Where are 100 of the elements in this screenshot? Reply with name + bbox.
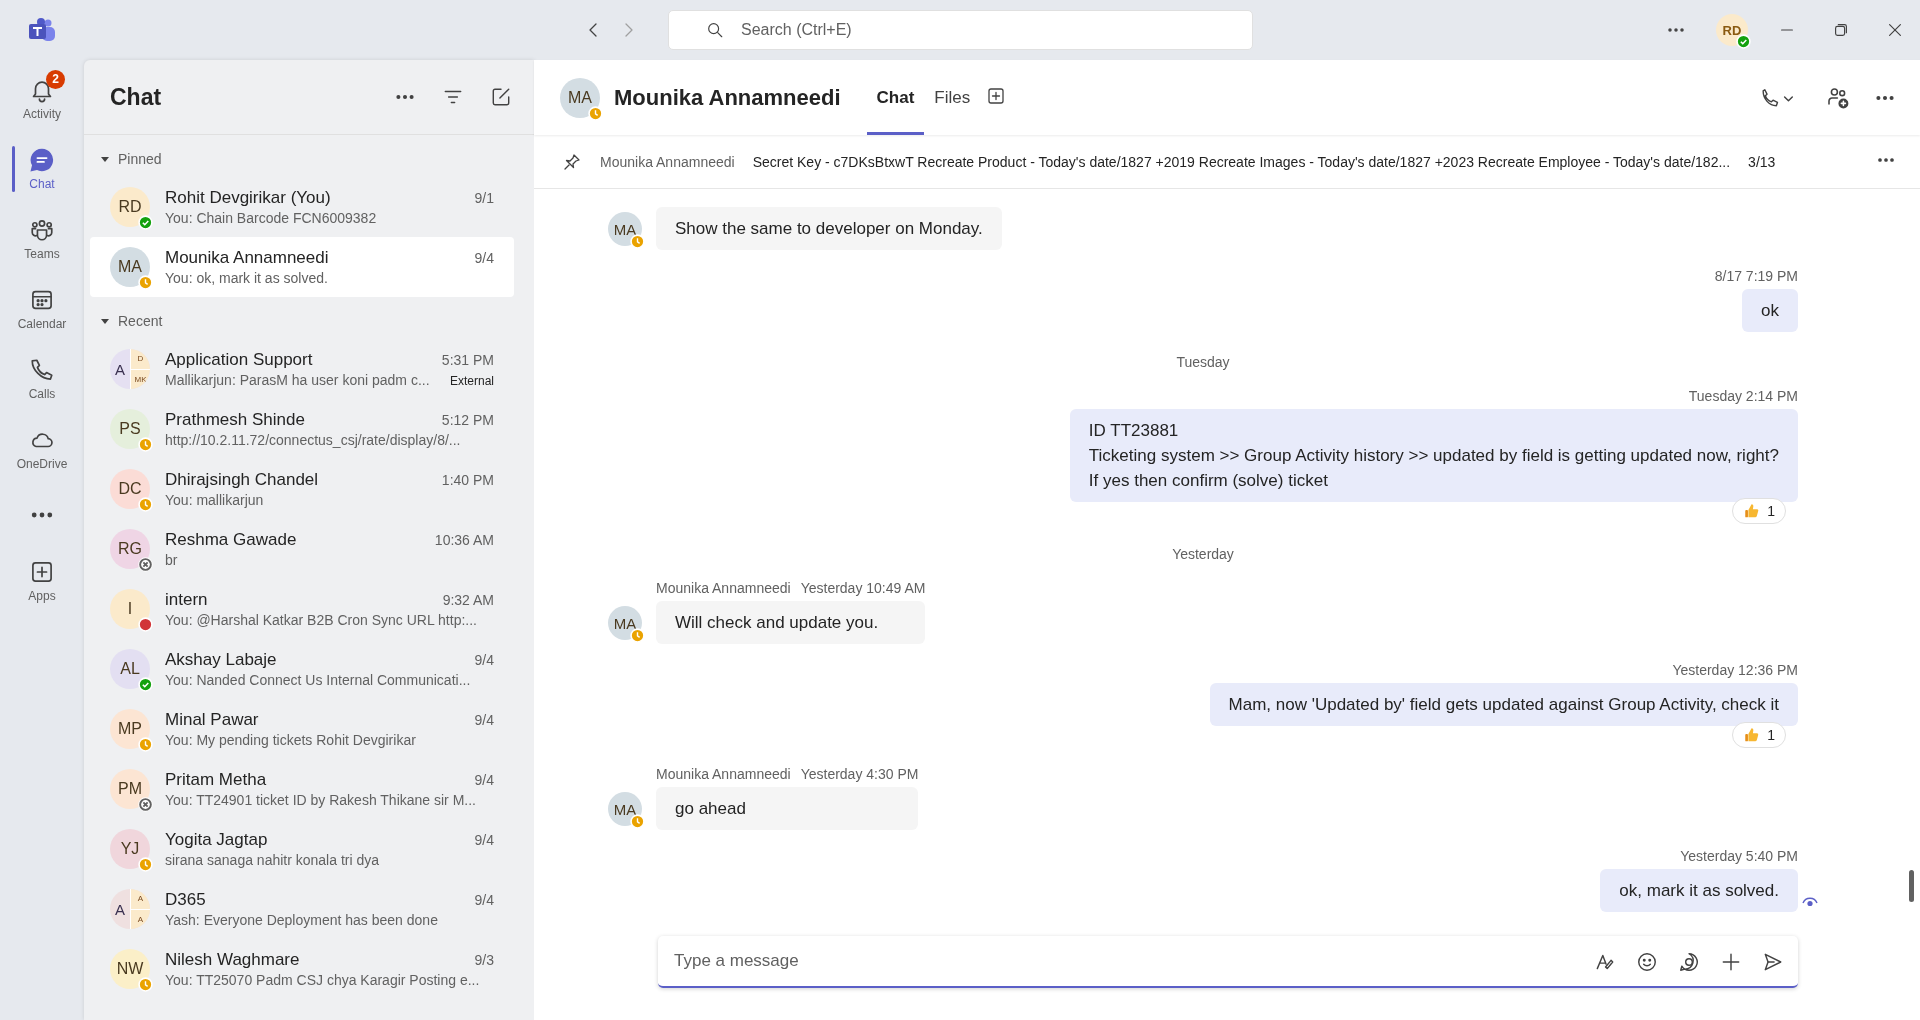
chat-bubble-icon[interactable] [29,147,55,173]
chat-list-item[interactable]: NW Nilesh Waghmare 9/3 You: TT25070 Padm CSJ chya Karagir Posting e... [90,939,514,999]
timestamp: 9/4 [474,832,494,848]
phone-icon[interactable] [29,357,55,383]
restore-icon[interactable] [1832,21,1850,39]
timestamp: Tuesday 2:14 PM [1688,388,1798,404]
reaction-chip[interactable]: 1 [1732,722,1786,748]
sender-name: Mounika Annamneedi [656,766,791,782]
chat-list-item[interactable]: DC Dhirajsingh Chandel 1:40 PM You: mallikarjun [90,459,514,519]
user-avatar[interactable]: RD [1716,14,1748,46]
date-divider: Yesterday [1172,546,1234,562]
group-avatar: A A A [110,889,150,929]
message-bubble: ID TT23881 Ticketing system >> Group Activity history >> updated by field is getting updated now, right? If yes then confirm (solve) ticket [1069,409,1798,502]
message-field[interactable]: Type a message [658,936,1798,988]
message-preview: Yash: Everyone Deployment has been done [165,912,438,928]
timestamp: 10:36 AM [434,532,494,548]
tab[interactable]: Files [924,60,981,135]
pinned-count: 3/13 [1748,153,1776,170]
avatar: MA [608,606,642,640]
chat-list-item[interactable]: YJ Yogita Jagtap 9/4 sirana sanaga nahitr konala tri dya [90,819,514,879]
contact-name: Nilesh Waghmare [165,950,300,970]
tab[interactable]: Chat [866,60,925,135]
chat-list-item[interactable]: PM Pritam Metha 9/4 You: TT24901 ticket ID by Rakesh Thikane sir M... [90,759,514,819]
timestamp: Yesterday 4:30 PM [800,766,919,782]
message-preview: You: ok, mark it as solved. [165,270,328,286]
timestamp: 9/4 [474,772,494,788]
message-preview: http://10.2.11.72/connectus_csj/rate/display/8/... [165,432,461,448]
message-preview: You: My pending tickets Rohit Devgirikar [165,732,416,748]
avatar: AL [110,649,150,689]
add-tab-icon[interactable] [986,85,1007,106]
timestamp: 9/3 [474,952,494,968]
chat-list-item[interactable]: PS Prathmesh Shinde 5:12 PM http://10.2.11.72/connectus_csj/rate/display/8/... [90,399,514,459]
timestamp: 9/4 [474,712,494,728]
avatar: I [110,589,150,629]
avatar: YJ [110,829,150,869]
app-logo[interactable] [27,17,57,43]
scrollbar-thumb[interactable] [1909,870,1914,902]
contact-name: Minal Pawar [165,710,259,730]
notification-badge: 2 [46,70,65,89]
caret-down-icon[interactable] [100,154,110,164]
message-preview: You: Nanded Connect Us Internal Communicati... [165,672,471,688]
date-divider: Tuesday [1176,354,1230,370]
rail-item[interactable]: OneDrive [0,414,84,484]
timestamp: 9/1 [474,190,494,206]
add-icon[interactable] [1720,951,1742,973]
chat-list-item[interactable]: MP Minal Pawar 9/4 You: My pending tickets Rohit Devgirikar [90,699,514,759]
add-people-icon[interactable] [1826,85,1850,110]
add-apps-icon[interactable] [29,559,55,585]
avatar: NW [110,949,150,989]
search-field[interactable]: Search (Ctrl+E) [668,10,1253,50]
external-label: External [449,374,494,388]
rail-item[interactable]: Calendar [0,274,84,344]
contact-name: Application Support [165,350,313,370]
timestamp: 5:12 PM [441,412,494,428]
section-label: Pinned [118,151,162,167]
avatar: MA [110,247,150,287]
compose-icon[interactable] [490,86,512,108]
chat-list-item[interactable]: A A A D365 9/4 Yash: Everyone Deployment has been done [90,879,514,939]
chat-list-item[interactable]: RD Rohit Devgirikar (You) 9/1 You: Chain Barcode FCN6009382 [90,177,514,237]
rail-item[interactable]: Chat [0,134,84,204]
avatar: RD [110,187,150,227]
message-preview: br [165,552,178,568]
contact-name: D365 [165,890,206,910]
chat-list-item[interactable]: I intern 9:32 AM You: @Harshal Katkar B2B Cron Sync URL http:... [90,579,514,639]
message-preview: You: @Harshal Katkar B2B Cron Sync URL http:... [165,612,477,628]
emoji-icon[interactable] [1636,951,1658,973]
people-group-icon[interactable] [29,217,55,243]
contact-name: Mounika Annamneedi [165,248,329,268]
avatar: MA [608,212,642,246]
message-preview: You: TT24901 ticket ID by Rakesh Thikane sir M... [165,792,476,808]
chat-list-item[interactable]: A D MK Application Support 5:31 PM Mallikarjun: ParasM ha user koni padm c... External [90,339,514,399]
pinned-message[interactable]: Secret Key - c7DKsBtxwT Recreate Product - Today's date/1827 +2019 Recreate Images - Today's date/1827 +2023 Recreate Employee - Today's date/182... [752,153,1731,170]
rail-item[interactable]: Activity 2 [0,64,84,134]
close-icon[interactable] [1886,21,1904,39]
timestamp: 9/4 [474,652,494,668]
message-bubble: go ahead [656,787,919,830]
search-icon [706,21,724,39]
rail-item[interactable]: Calls [0,344,84,414]
avatar: MA [560,77,600,118]
message-bubble: Will check and update you. [656,601,926,644]
chat-list-item[interactable]: AL Akshay Labaje 9/4 You: Nanded Connect Us Internal Communicati... [90,639,514,699]
rail-item[interactable]: Apps [0,546,84,616]
contact-name: Pritam Metha [165,770,267,790]
timestamp: 5:31 PM [441,352,494,368]
rail-item[interactable]: Teams [0,204,84,274]
message-preview: You: Chain Barcode FCN6009382 [165,210,377,226]
section-label: Recent [118,313,163,329]
caret-down-icon[interactable] [100,316,110,326]
chat-list-item[interactable]: RG Reshma Gawade 10:36 AM br [90,519,514,579]
timestamp: 1:40 PM [441,472,494,488]
message-preview: You: mallikarjun [165,492,264,508]
send-icon[interactable] [1762,951,1784,973]
contact-name: Yogita Jagtap [165,830,268,850]
timestamp: 9/4 [474,892,494,908]
contact-name: Akshay Labaje [165,650,277,670]
reaction-chip[interactable]: 1 [1732,498,1786,524]
contact-name: Dhirajsingh Chandel [165,470,319,490]
message-preview: You: TT25070 Padm CSJ chya Karagir Posting e... [165,972,480,988]
chat-list-item[interactable]: MA Mounika Annamneedi 9/4 You: ok, mark it as solved. [90,237,514,297]
avatar: PS [110,409,150,449]
